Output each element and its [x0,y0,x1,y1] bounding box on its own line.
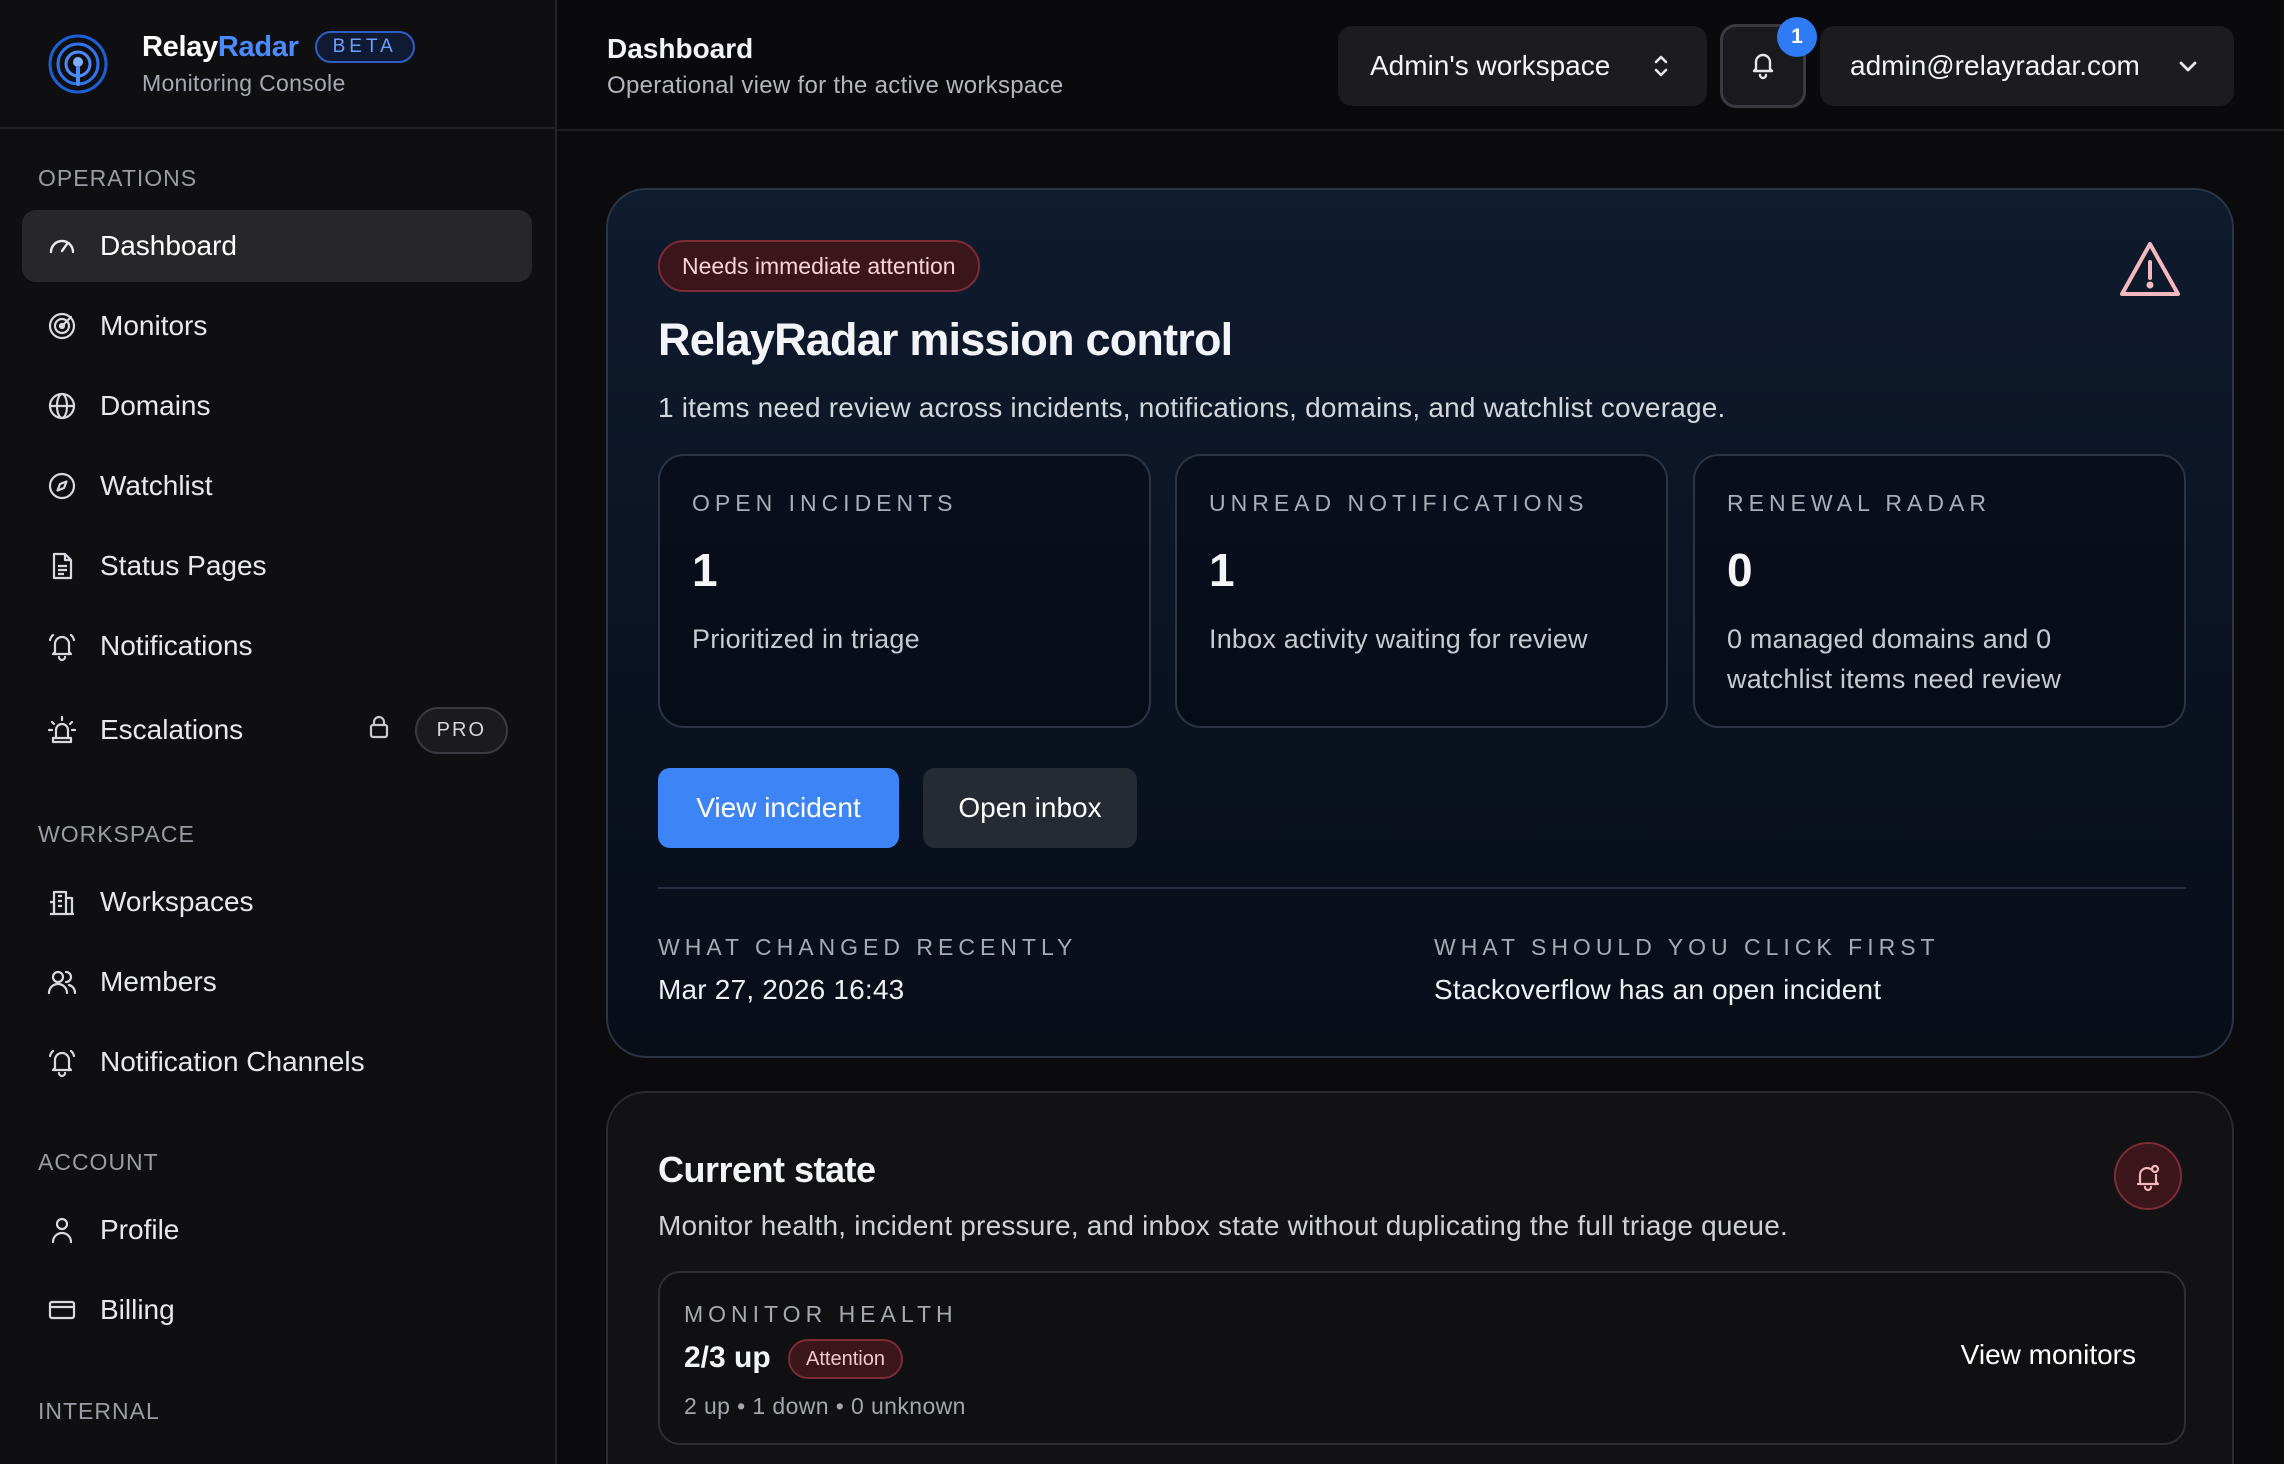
sidebar-item-label: Workspaces [100,886,254,917]
chevron-up-down-icon [1649,52,1673,87]
sidebar-item-status-pages[interactable]: Status Pages [22,530,532,602]
section-label-workspace: WORKSPACE [38,821,195,847]
brand-subtitle: Monitoring Console [142,69,346,96]
stat-card-open-incidents[interactable]: OPEN INCIDENTS 1 Prioritized in triage [658,454,1151,728]
current-state-card: Current state Monitor health, incident p… [606,1091,2234,1464]
compass-icon [46,470,78,502]
sidebar-item-label: Dashboard [100,230,237,261]
brand-name: RelayRadar [142,30,299,63]
user-icon [46,1214,78,1246]
app-root: RelayRadar BETA Monitoring Console OPERA… [0,0,2284,1464]
user-email: admin@relayradar.com [1850,50,2140,81]
sidebar-item-billing[interactable]: Billing [22,1274,532,1346]
sidebar-item-notification-channels[interactable]: Notification Channels [22,1026,532,1098]
sidebar-item-dashboard[interactable]: Dashboard [22,210,532,282]
brand-header: RelayRadar BETA Monitoring Console [0,0,555,129]
workspace-select[interactable]: Admin's workspace [1338,26,1707,106]
stat-value: 1 [692,544,718,596]
sidebar-item-escalations[interactable]: Escalations PRO [22,694,532,766]
users-icon [46,966,78,998]
sidebar-item-label: Notifications [100,630,253,661]
stat-value: 0 [1727,544,1753,596]
sidebar-item-members[interactable]: Members [22,946,532,1018]
sidebar-item-label: Profile [100,1214,180,1245]
bell-ring-icon [46,1046,78,1078]
bell-alert-icon [2114,1142,2182,1210]
sidebar-item-monitors[interactable]: Monitors [22,290,532,362]
monitor-health-summary: 2 up • 1 down • 0 unknown [684,1393,966,1419]
monitor-health-value: 2/3 up [684,1341,771,1374]
sidebar-item-label: Members [100,966,217,997]
radar-icon [46,310,78,342]
sidebar-item-watchlist[interactable]: Watchlist [22,450,532,522]
gauge-icon [46,230,78,262]
notification-count-badge: 1 [1777,17,1817,57]
sidebar-item-label: Escalations [100,714,244,745]
top-bar: Dashboard Operational view for the activ… [557,0,2284,131]
sidebar-item-label: Notification Channels [100,1046,365,1077]
sidebar-item-workspaces[interactable]: Workspaces [22,866,532,938]
monitor-health-panel: MONITOR HEALTH 2/3 up Attention 2 up • 1… [658,1271,2186,1445]
click-first-value: Stackoverflow has an open incident [1434,974,1882,1005]
sidebar-item-domains[interactable]: Domains [22,370,532,442]
credit-card-icon [46,1294,78,1326]
stat-card-unread-notifications[interactable]: UNREAD NOTIFICATIONS 1 Inbox activity wa… [1175,454,1668,728]
document-icon [46,550,78,582]
sidebar-item-label: Status Pages [100,550,267,581]
recent-change-label: WHAT CHANGED RECENTLY [658,934,1078,960]
page-subtitle: Operational view for the active workspac… [607,72,1064,99]
stat-note: Prioritized in triage [692,624,920,654]
section-label-operations: OPERATIONS [38,165,198,191]
stat-card-renewal-radar[interactable]: RENEWAL RADAR 0 0 managed domains and 0 … [1693,454,2186,728]
sidebar-item-notifications[interactable]: Notifications [22,610,532,682]
siren-icon [46,714,78,746]
sidebar-item-label: Billing [100,1294,175,1325]
stat-label: RENEWAL RADAR [1727,490,1991,516]
pro-badge: PRO [414,706,508,754]
current-state-description: Monitor health, incident pressure, and i… [658,1210,1788,1241]
stat-note: 0 managed domains and 0 watchlist items … [1727,624,2062,694]
page-title: Dashboard [607,33,754,64]
attention-badge: Needs immediate attention [658,240,980,292]
radar-logo-icon[interactable] [46,32,110,96]
hero-description: 1 items need review across incidents, no… [658,392,1726,423]
stat-label: UNREAD NOTIFICATIONS [1209,490,1589,516]
notifications-button[interactable]: 1 [1720,17,1817,108]
view-incident-button[interactable]: View incident [658,768,899,848]
open-inbox-button[interactable]: Open inbox [923,768,1137,848]
sidebar: RelayRadar BETA Monitoring Console OPERA… [0,0,557,1464]
current-state-title: Current state [658,1149,876,1190]
stat-label: OPEN INCIDENTS [692,490,958,516]
user-menu[interactable]: admin@relayradar.com [1820,26,2234,106]
globe-icon [46,390,78,422]
sidebar-item-label: Domains [100,390,211,421]
section-label-account: ACCOUNT [38,1149,159,1175]
building-icon [46,886,78,918]
divider [658,887,2186,889]
click-first-label: WHAT SHOULD YOU CLICK FIRST [1434,934,1940,960]
stat-note: Inbox activity waiting for review [1209,624,1588,654]
sidebar-item-label: Monitors [100,310,208,341]
warning-icon [2118,240,2182,303]
bell-ring-icon [46,630,78,662]
mission-control-card: Needs immediate attention RelayRadar mis… [606,188,2234,1058]
attention-status-badge: Attention [788,1339,903,1379]
lock-icon [365,713,393,748]
sidebar-item-label: Watchlist [100,470,213,501]
view-monitors-link[interactable]: View monitors [1961,1339,2136,1371]
workspace-select-value: Admin's workspace [1370,50,1611,81]
chevron-down-icon [2176,54,2200,86]
sidebar-item-profile[interactable]: Profile [22,1194,532,1266]
stat-value: 1 [1209,544,1235,596]
hero-title: RelayRadar mission control [658,314,1233,365]
section-label-internal: INTERNAL [38,1398,160,1424]
monitor-health-label: MONITOR HEALTH [684,1301,958,1327]
beta-badge: BETA [314,31,415,63]
bell-icon [1747,48,1779,85]
recent-change-value: Mar 27, 2026 16:43 [658,974,905,1005]
